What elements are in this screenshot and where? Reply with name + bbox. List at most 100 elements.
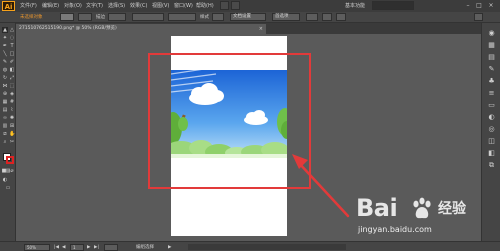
direct-selection-tool-icon[interactable]: △ [9,27,15,33]
appearance-panel-icon[interactable]: ◎ [487,125,496,134]
variable-width-profile[interactable] [132,13,164,21]
draw-mode-icon[interactable]: ◐ [2,177,8,183]
menu-help[interactable]: 帮助(H) [196,3,214,10]
style-label: 样式 [200,15,209,20]
status-bar: 50% |◀ ◀ 1 ▶ ▶| 编组选择 ▶ [0,241,500,251]
transparency-panel-icon[interactable]: ◐ [487,113,496,122]
graphic-style-swatch[interactable] [212,13,224,21]
prev-artboard-icon[interactable]: ◀ [62,244,65,251]
swatches-panel-icon[interactable]: ▤ [487,53,496,62]
horizontal-scrollbar[interactable] [188,244,346,250]
mesh-tool-icon[interactable]: # [9,99,15,105]
free-transform-tool-icon[interactable]: ⬚ [9,83,15,89]
document-tab[interactable]: 271510762515190.png* @ 50% (RGB/预览) × [16,24,266,34]
preferences-button[interactable]: 首选项 [272,13,300,21]
document-tab-title: 271510762515190.png* @ 50% (RGB/预览) [19,26,117,31]
arrange-icon[interactable] [306,13,318,21]
artboard-nav-menu[interactable] [104,244,118,251]
brushes-panel-icon[interactable]: ✎ [487,65,496,74]
none-mode-icon[interactable]: ⌀ [9,168,15,174]
rotate-tool-icon[interactable]: ↻ [2,75,8,81]
watermark-url: jingyan.baidu.com [358,225,432,234]
symbol-sprayer-tool-icon[interactable]: ✺ [9,115,15,121]
color-panel-icon[interactable]: ◉ [487,29,496,38]
stroke-swatch[interactable] [78,13,92,21]
selection-status: 未选择对象 [20,15,43,20]
stroke-label: 描边 [96,15,105,20]
maximize-icon[interactable]: □ [475,2,483,9]
shape-builder-tool-icon[interactable]: ⊕ [2,91,8,97]
artboards-panel-icon[interactable]: ⧉ [487,161,496,170]
type-tool-icon[interactable]: T [9,43,15,49]
hand-tool-icon[interactable]: ✋ [9,131,15,137]
pencil-tool-icon[interactable]: ✐ [9,59,15,65]
paw-icon [413,197,431,219]
fill-swatch[interactable] [60,13,74,21]
close-window-icon[interactable]: × [487,2,495,9]
pen-tool-icon[interactable]: ✒ [2,43,8,49]
annotation-highlight-box [148,53,311,189]
zoom-field[interactable]: 50% [24,244,50,251]
minimize-icon[interactable]: – [464,2,472,9]
artboard-number-field[interactable]: 1 [70,244,84,251]
width-tool-icon[interactable]: ⋈ [2,83,8,89]
brush-definition[interactable] [168,13,196,21]
blend-tool-icon[interactable]: ∞ [2,115,8,121]
annotation-arrow-icon [292,154,350,218]
next-artboard-icon[interactable]: ▶ [87,244,90,251]
graph-tool-icon[interactable]: ▥ [2,123,8,129]
bridge-button[interactable] [220,1,229,10]
status-menu-icon[interactable]: ▶ [168,244,171,251]
document-tab-bar: 271510762515190.png* @ 50% (RGB/预览) × [16,23,481,34]
eraser-tool-icon[interactable]: ◧ [9,67,15,73]
menu-select[interactable]: 选择(S) [108,3,125,10]
scissors-tool-icon[interactable]: ✂ [9,139,15,145]
document-setup-button[interactable]: 文档设置 [230,13,266,21]
color-guide-icon[interactable]: ▦ [487,41,496,50]
search-input[interactable] [372,1,414,10]
menu-window[interactable]: 窗口(W) [174,3,193,10]
stroke-panel-icon[interactable]: ≡ [487,89,496,98]
stroke-weight-field[interactable] [108,13,126,21]
menu-bar: Ai 文件(F) 编辑(E) 对象(O) 文字(T) 选择(S) 效果(C) 视… [0,0,500,12]
blob-brush-tool-icon[interactable]: ◍ [2,67,8,73]
eyedropper-tool-icon[interactable]: ⌇ [9,107,15,113]
paintbrush-tool-icon[interactable]: ✎ [2,59,8,65]
perspective-grid-tool-icon[interactable]: ▦ [2,99,8,105]
rectangle-tool-icon[interactable]: □ [9,51,15,57]
menu-view[interactable]: 视图(V) [152,3,169,10]
transform-icon[interactable] [336,13,346,21]
first-artboard-icon[interactable]: |◀ [54,244,59,251]
slice-tool-icon[interactable]: ⧄ [2,131,8,137]
selection-tool-icon[interactable]: ▲ [2,27,8,33]
last-artboard-icon[interactable]: ▶| [94,244,99,251]
graphic-styles-panel-icon[interactable]: ◫ [487,137,496,146]
workspace-essentials[interactable]: 基本功能 [345,3,365,10]
menu-object[interactable]: 对象(O) [64,3,82,10]
menu-edit[interactable]: 编辑(E) [42,3,59,10]
live-paint-tool-icon[interactable]: ◈ [9,91,15,97]
symbols-panel-icon[interactable]: ♣ [487,77,496,86]
app-logo: Ai [2,1,15,11]
artboard-tool-icon[interactable]: ⊞ [9,123,15,129]
control-menu-icon[interactable] [474,13,483,21]
baidu-watermark: Bai 经验 jingyan.baidu.com [356,194,496,239]
scale-tool-icon[interactable]: ⤢ [9,75,15,81]
current-tool-name: 编组选择 [136,245,154,250]
tools-panel: ▲ △ ✦ ◌ ✒ T ╲ □ ✎ ✐ ◍ ◧ ↻ ⤢ ⋈ ⬚ ⊕ ◈ ▦ # … [0,23,16,241]
menu-effect[interactable]: 效果(C) [130,3,147,10]
line-tool-icon[interactable]: ╲ [2,51,8,57]
gradient-tool-icon[interactable]: ▤ [2,107,8,113]
close-tab-icon[interactable]: × [259,24,263,34]
screen-mode-icon[interactable]: ▭ [5,185,11,191]
lasso-tool-icon[interactable]: ◌ [9,35,15,41]
align-icon[interactable] [322,13,332,21]
menu-type[interactable]: 文字(T) [86,3,103,10]
menu-file[interactable]: 文件(F) [20,3,37,10]
stroke-color-swatch[interactable] [6,156,14,164]
gradient-panel-icon[interactable]: ▭ [487,101,496,110]
layers-panel-icon[interactable]: ◧ [487,149,496,158]
magic-wand-tool-icon[interactable]: ✦ [2,35,8,41]
arrange-documents-button[interactable] [231,1,240,10]
zoom-tool-icon[interactable]: ⌕ [2,139,8,145]
